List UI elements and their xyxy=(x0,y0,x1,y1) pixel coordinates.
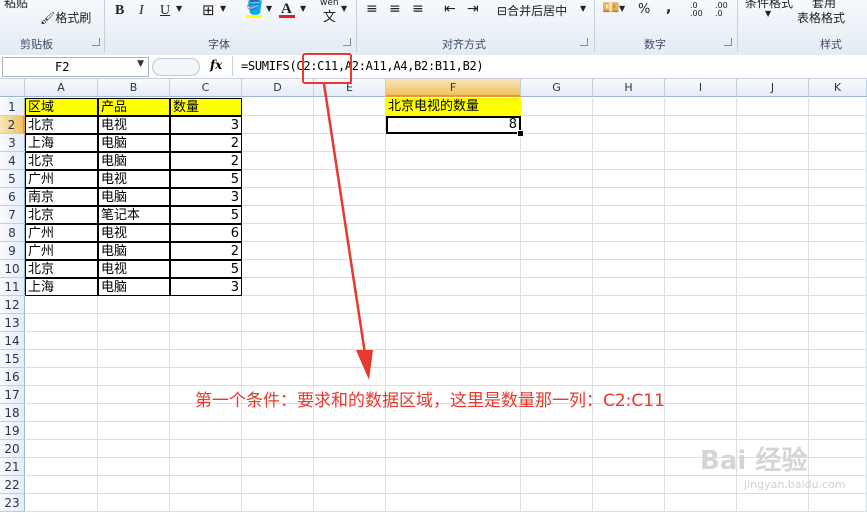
watermark-logo: Bai 经验 xyxy=(700,446,808,476)
arrow-head xyxy=(356,350,373,380)
annotation-overlay xyxy=(302,53,373,380)
annotation-text: 第一个条件：要求和的数据区域，这里是数量那一列：C2:C11 xyxy=(195,391,665,411)
arrow-shaft xyxy=(322,83,367,355)
highlight-box xyxy=(302,53,352,84)
watermark-url: jingyan.baidu.com xyxy=(744,478,846,491)
